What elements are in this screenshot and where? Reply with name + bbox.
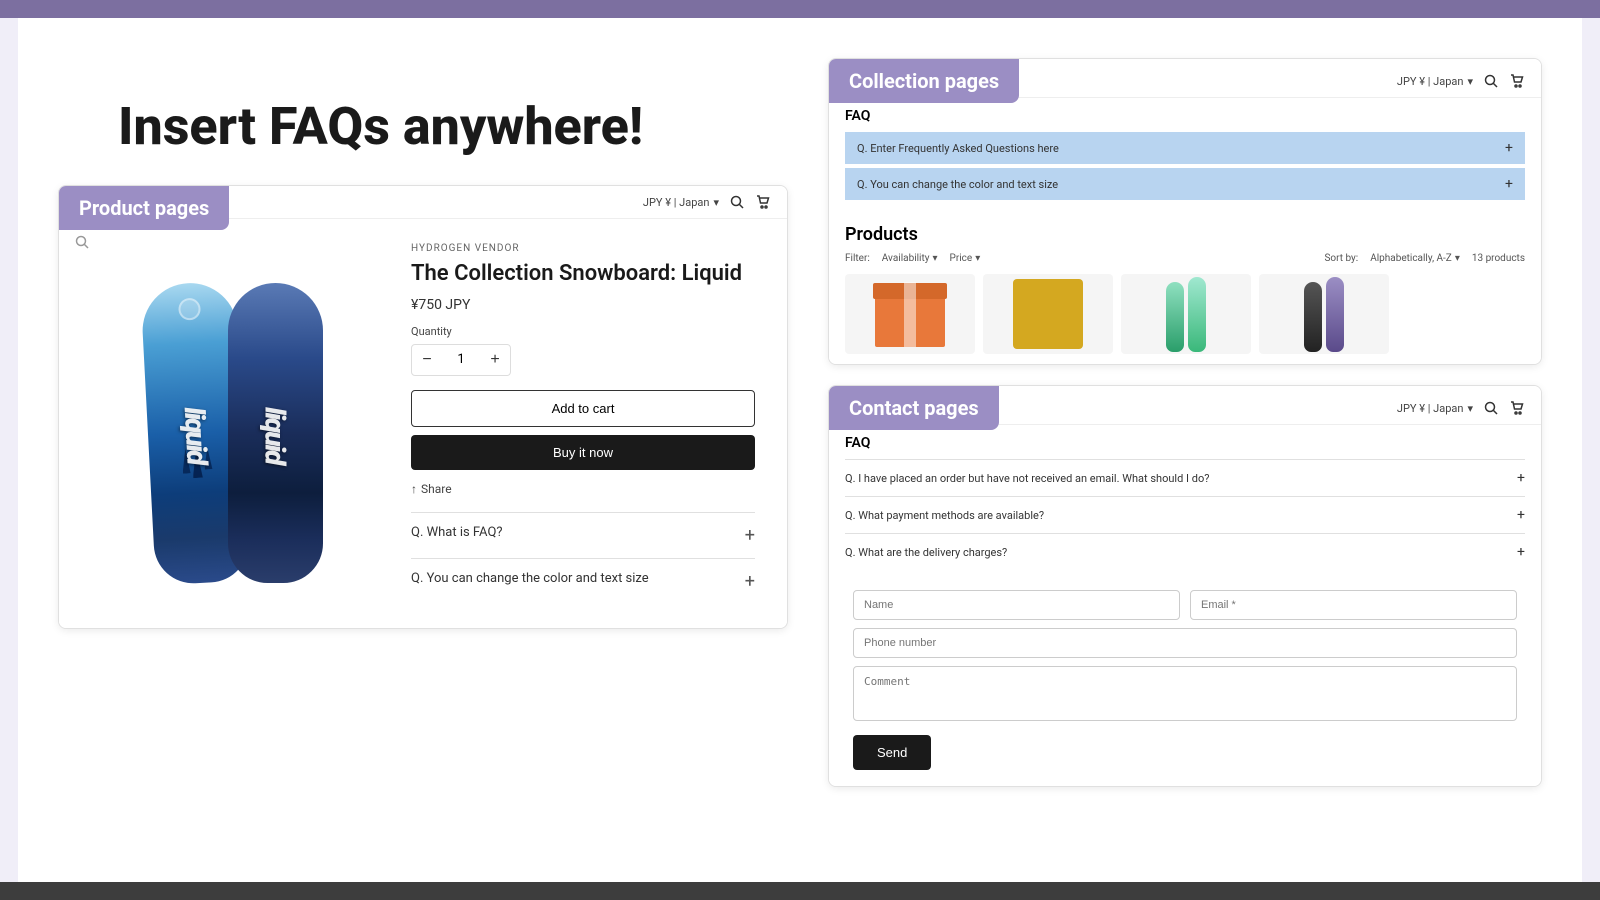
contact-faq-item-1: Q. I have placed an order but have not r… [845, 459, 1525, 496]
product-layout: liquid liquid HYDROGEN VENDOR The Collec… [59, 219, 787, 628]
contact-comment-textarea[interactable] [853, 666, 1517, 721]
collection-faq-heading: FAQ [845, 108, 1525, 124]
nav-search-icon[interactable] [729, 194, 745, 210]
contact-faq-toggle-3[interactable]: + [1517, 544, 1525, 560]
product-image-area: liquid liquid [75, 235, 395, 612]
product-thumb-boards-green [1121, 274, 1251, 354]
collection-faq-q2: Q. You can change the color and text siz… [857, 178, 1058, 191]
collection-faq-item-2: Q. You can change the color and text siz… [845, 168, 1525, 200]
product-count: 13 products [1472, 253, 1525, 264]
bottom-bar [0, 882, 1600, 900]
product-thumb-boards-dark [1259, 274, 1389, 354]
qty-increase-button[interactable]: + [480, 345, 510, 375]
snowboard-text-left: liquid [177, 406, 213, 464]
snowboard-image: liquid liquid [148, 263, 323, 583]
contact-faq-q1: Q. I have placed an order but have not r… [845, 472, 1209, 485]
contact-nav-currency: JPY ¥ | Japan ▾ [1397, 402, 1473, 415]
products-grid [845, 274, 1525, 354]
nav-cart-icon[interactable] [755, 194, 771, 210]
left-panel: Insert FAQs anywhere! Product pages JPY … [58, 58, 788, 629]
collection-faq-section: FAQ Q. Enter Frequently Asked Questions … [829, 98, 1541, 214]
contact-faq-toggle-1[interactable]: + [1517, 470, 1525, 486]
product-thumb-yellow [983, 274, 1113, 354]
product-page-inner: JPY ¥ | Japan ▾ [59, 186, 787, 628]
contact-faq-item-3: Q. What are the delivery charges? + [845, 533, 1525, 570]
yellow-block-icon [1013, 279, 1083, 349]
collection-nav-currency: JPY ¥ | Japan ▾ [1397, 75, 1473, 88]
price-filter[interactable]: Price ▾ [950, 253, 981, 264]
contact-email-input[interactable] [1190, 590, 1517, 620]
contact-pages-label: Contact pages [829, 386, 999, 430]
snowboard-text-right: liquid [259, 407, 292, 463]
filter-label: Filter: [845, 253, 870, 264]
contact-search-icon[interactable] [1483, 400, 1499, 416]
faq-question-1: Q. What is FAQ? [411, 525, 737, 540]
contact-card: Contact pages JPY ¥ | Japan ▾ [828, 385, 1542, 787]
contact-cart-icon[interactable] [1509, 400, 1525, 416]
contact-faq-section: FAQ Q. I have placed an order but have n… [829, 425, 1541, 580]
contact-name-input[interactable] [853, 590, 1180, 620]
faq-item-1: Q. What is FAQ? + [411, 512, 755, 558]
qty-value: 1 [442, 352, 480, 367]
contact-phone-input[interactable] [853, 628, 1517, 658]
collection-faq-toggle-1[interactable]: + [1505, 140, 1513, 156]
quantity-control: − 1 + [411, 344, 511, 376]
product-pages-card: Product pages JPY ¥ | Japan ▾ [58, 185, 788, 629]
snowboard-right: liquid [228, 283, 323, 583]
top-bar [0, 0, 1600, 18]
submit-btn-area: Send [853, 735, 1517, 770]
product-details: HYDROGEN VENDOR The Collection Snowboard… [395, 235, 771, 612]
contact-faq-heading: FAQ [845, 435, 1525, 451]
filter-right: Sort by: Alphabetically, A-Z ▾ 13 produc… [1324, 253, 1525, 264]
product-pages-label: Product pages [59, 186, 229, 230]
contact-form-name-email-row [853, 590, 1517, 620]
filter-left: Filter: Availability ▾ Price ▾ [845, 253, 980, 264]
collection-faq-q1: Q. Enter Frequently Asked Questions here [857, 142, 1059, 155]
qty-decrease-button[interactable]: − [412, 345, 442, 375]
collection-inner: JPY ¥ | Japan ▾ [829, 59, 1541, 364]
sort-dropdown[interactable]: Alphabetically, A-Z ▾ [1370, 253, 1460, 264]
quantity-label: Quantity [411, 325, 755, 338]
faq-question-2: Q. You can change the color and text siz… [411, 571, 737, 586]
contact-form: Send [829, 580, 1541, 786]
contact-faq-q3: Q. What are the delivery charges? [845, 546, 1007, 559]
main-content: Insert FAQs anywhere! Product pages JPY … [18, 18, 1582, 882]
contact-faq-q2: Q. What payment methods are available? [845, 509, 1044, 522]
right-panel: Collection pages JPY ¥ | Japan ▾ [828, 58, 1542, 787]
collection-pages-label: Collection pages [829, 59, 1019, 103]
collection-faq-item-1: Q. Enter Frequently Asked Questions here… [845, 132, 1525, 164]
contact-faq-item-2: Q. What payment methods are available? + [845, 496, 1525, 533]
dark-boards-icon [1304, 277, 1344, 352]
collection-faq-toggle-2[interactable]: + [1505, 176, 1513, 192]
share-link[interactable]: ↑ Share [411, 482, 755, 496]
zoom-icon[interactable] [75, 235, 89, 253]
faq-toggle-2[interactable]: + [745, 571, 755, 592]
contact-submit-button[interactable]: Send [853, 735, 931, 770]
buy-now-button[interactable]: Buy it now [411, 435, 755, 470]
products-section: Products Filter: Availability ▾ Price ▾ [829, 214, 1541, 364]
faq-item-2: Q. You can change the color and text siz… [411, 558, 755, 604]
product-price: ¥750 JPY [411, 297, 755, 313]
faq-toggle-1[interactable]: + [745, 525, 755, 546]
contact-inner: JPY ¥ | Japan ▾ [829, 386, 1541, 786]
filter-bar: Filter: Availability ▾ Price ▾ Sort [845, 253, 1525, 264]
nav-currency: JPY ¥ | Japan ▾ [643, 196, 719, 209]
sort-label: Sort by: [1324, 253, 1358, 264]
products-heading: Products [845, 224, 1525, 245]
collection-card: Collection pages JPY ¥ | Japan ▾ [828, 58, 1542, 365]
hero-title: Insert FAQs anywhere! [118, 98, 788, 155]
product-thumb-gift [845, 274, 975, 354]
add-to-cart-button[interactable]: Add to cart [411, 390, 755, 427]
collection-cart-icon[interactable] [1509, 73, 1525, 89]
green-boards-icon [1166, 277, 1206, 352]
contact-faq-toggle-2[interactable]: + [1517, 507, 1525, 523]
vendor-label: HYDROGEN VENDOR [411, 243, 755, 254]
collection-search-icon[interactable] [1483, 73, 1499, 89]
product-title: The Collection Snowboard: Liquid [411, 260, 755, 289]
availability-filter[interactable]: Availability ▾ [882, 253, 938, 264]
gift-icon [875, 282, 945, 347]
